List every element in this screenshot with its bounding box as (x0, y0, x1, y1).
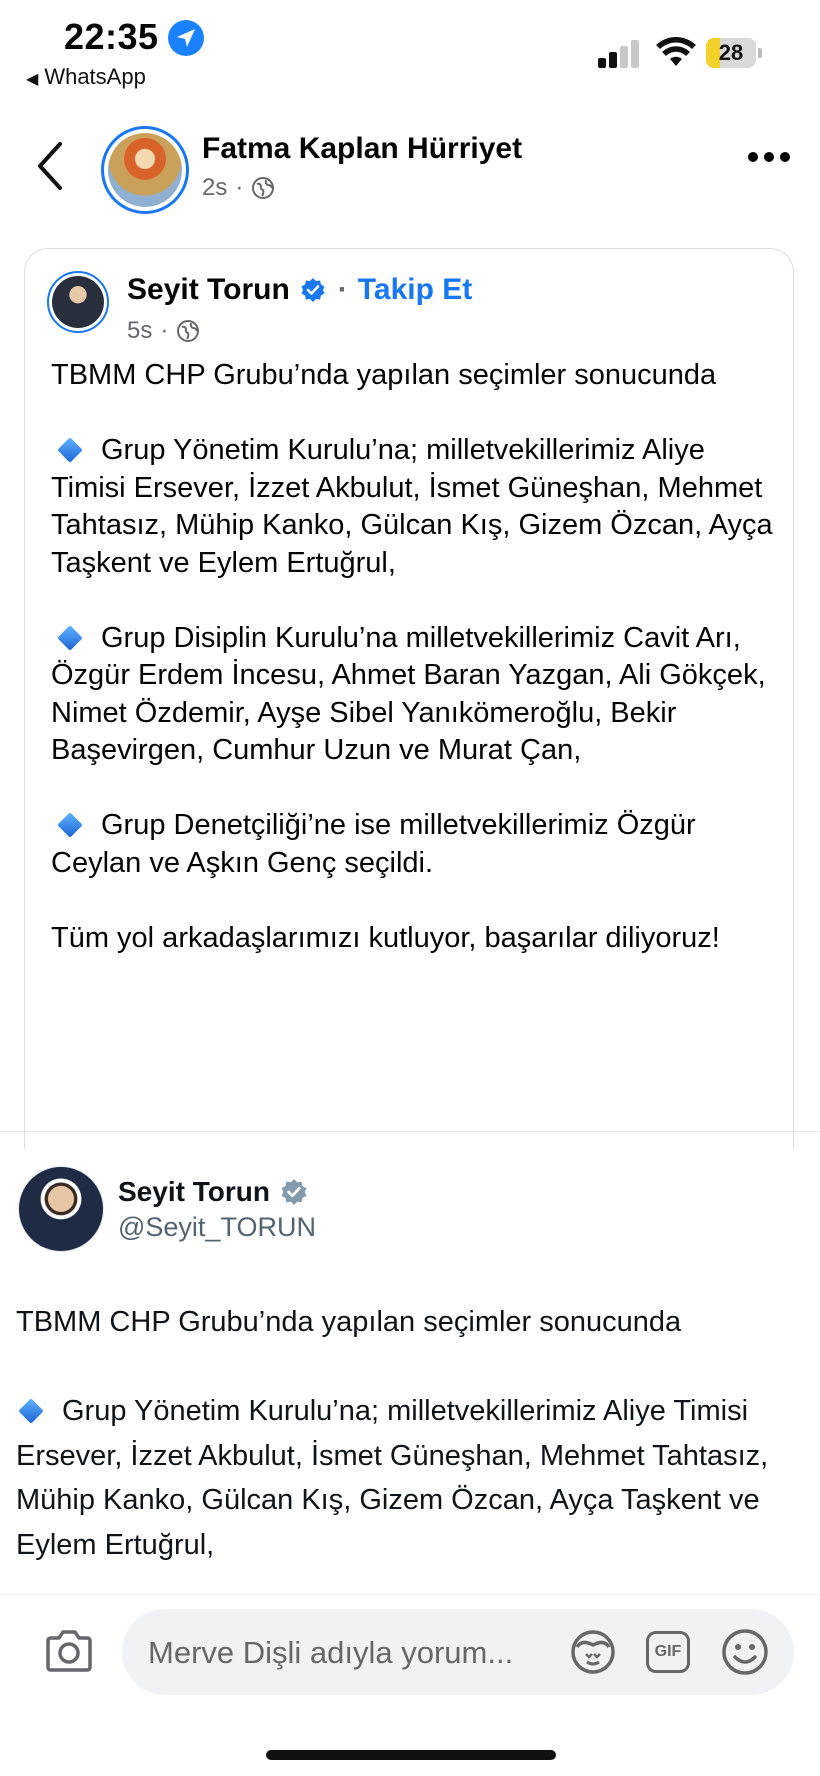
post-paragraph: TBMM CHP Grubu’nda yapılan seçimler sonu… (51, 359, 717, 391)
tweet-text: TBMM CHP Grubu’nda yapılan seçimler sonu… (16, 1300, 806, 1567)
home-indicator[interactable] (266, 1750, 556, 1760)
post-meta: 2s · (202, 174, 275, 202)
more-options-icon[interactable] (748, 152, 790, 166)
blue-diamond-icon (57, 625, 83, 651)
battery-icon: 28 (706, 38, 762, 68)
divider (0, 1131, 820, 1132)
avatar-sticker-icon[interactable] (568, 1627, 618, 1677)
post-time: 2s (202, 174, 228, 201)
tweet-handle[interactable]: @Seyit_TORUN (118, 1212, 316, 1243)
back-app-label: WhatsApp (44, 64, 146, 89)
post-paragraph: Tüm yol arkadaşlarımızı kutluyor, başarı… (51, 921, 720, 954)
tweet-author-name[interactable]: Seyit Torun (118, 1176, 270, 1208)
back-to-app-link[interactable]: ◀ WhatsApp (26, 64, 146, 90)
battery-percent: 28 (718, 40, 744, 65)
blue-diamond-icon (18, 1398, 44, 1425)
author-avatar[interactable] (101, 126, 189, 214)
meta-separator: · (160, 317, 169, 344)
meta-separator: · (235, 174, 244, 201)
shared-post-card: Seyit Torun · Takip Et 5s · TBMM CHP Grub… (24, 248, 794, 1149)
shared-author-row: Seyit Torun · Takip Et (127, 273, 472, 307)
camera-icon[interactable] (44, 1629, 94, 1673)
comment-input[interactable]: Merve Dişli adıyla yorum... GIF (122, 1609, 794, 1695)
tweet-paragraph: Grup Yönetim Kurulu’na; milletvekillerim… (16, 1395, 769, 1561)
back-triangle-icon: ◀ (26, 71, 39, 88)
tweet-author-avatar[interactable] (18, 1166, 104, 1252)
tweet-author-row: Seyit Torun (118, 1176, 308, 1208)
blue-diamond-icon (57, 437, 83, 464)
verified-badge-icon (301, 278, 325, 302)
signal-icon (598, 38, 642, 68)
tweet-paragraph: TBMM CHP Grubu’nda yapılan seçimler sonu… (16, 1306, 682, 1338)
location-arrow-icon (168, 20, 204, 56)
status-time: 22:35 (64, 16, 159, 57)
verified-badge-icon (281, 1179, 307, 1205)
blue-diamond-icon (57, 812, 83, 839)
author-name[interactable]: Fatma Kaplan Hürriyet (202, 132, 522, 166)
back-chevron-icon[interactable] (34, 140, 66, 192)
wifi-icon (656, 37, 696, 66)
shared-author-avatar[interactable] (47, 271, 109, 333)
comment-placeholder: Merve Dişli adıyla yorum... (148, 1635, 514, 1670)
shared-author-name[interactable]: Seyit Torun (127, 273, 290, 307)
shared-post-time: 5s (127, 317, 153, 344)
post-paragraph: Grup Disiplin Kurulu’na milletvekillerim… (51, 621, 766, 767)
shared-post-text: TBMM CHP Grubu’nda yapılan seçimler sonu… (51, 357, 776, 957)
post-paragraph: Grup Denetçiliği’ne ise milletvekillerim… (51, 809, 696, 879)
emoji-icon[interactable] (720, 1627, 770, 1677)
globe-icon (177, 320, 200, 342)
globe-icon (252, 177, 275, 199)
shared-post-meta: 5s · (127, 317, 200, 345)
follow-button[interactable]: · Takip Et (338, 273, 472, 307)
comment-bar: Merve Dişli adıyla yorum... GIF (0, 1594, 820, 1705)
post-paragraph: Grup Yönetim Kurulu’na; milletvekillerim… (51, 434, 773, 579)
gif-button[interactable]: GIF (646, 1631, 690, 1673)
